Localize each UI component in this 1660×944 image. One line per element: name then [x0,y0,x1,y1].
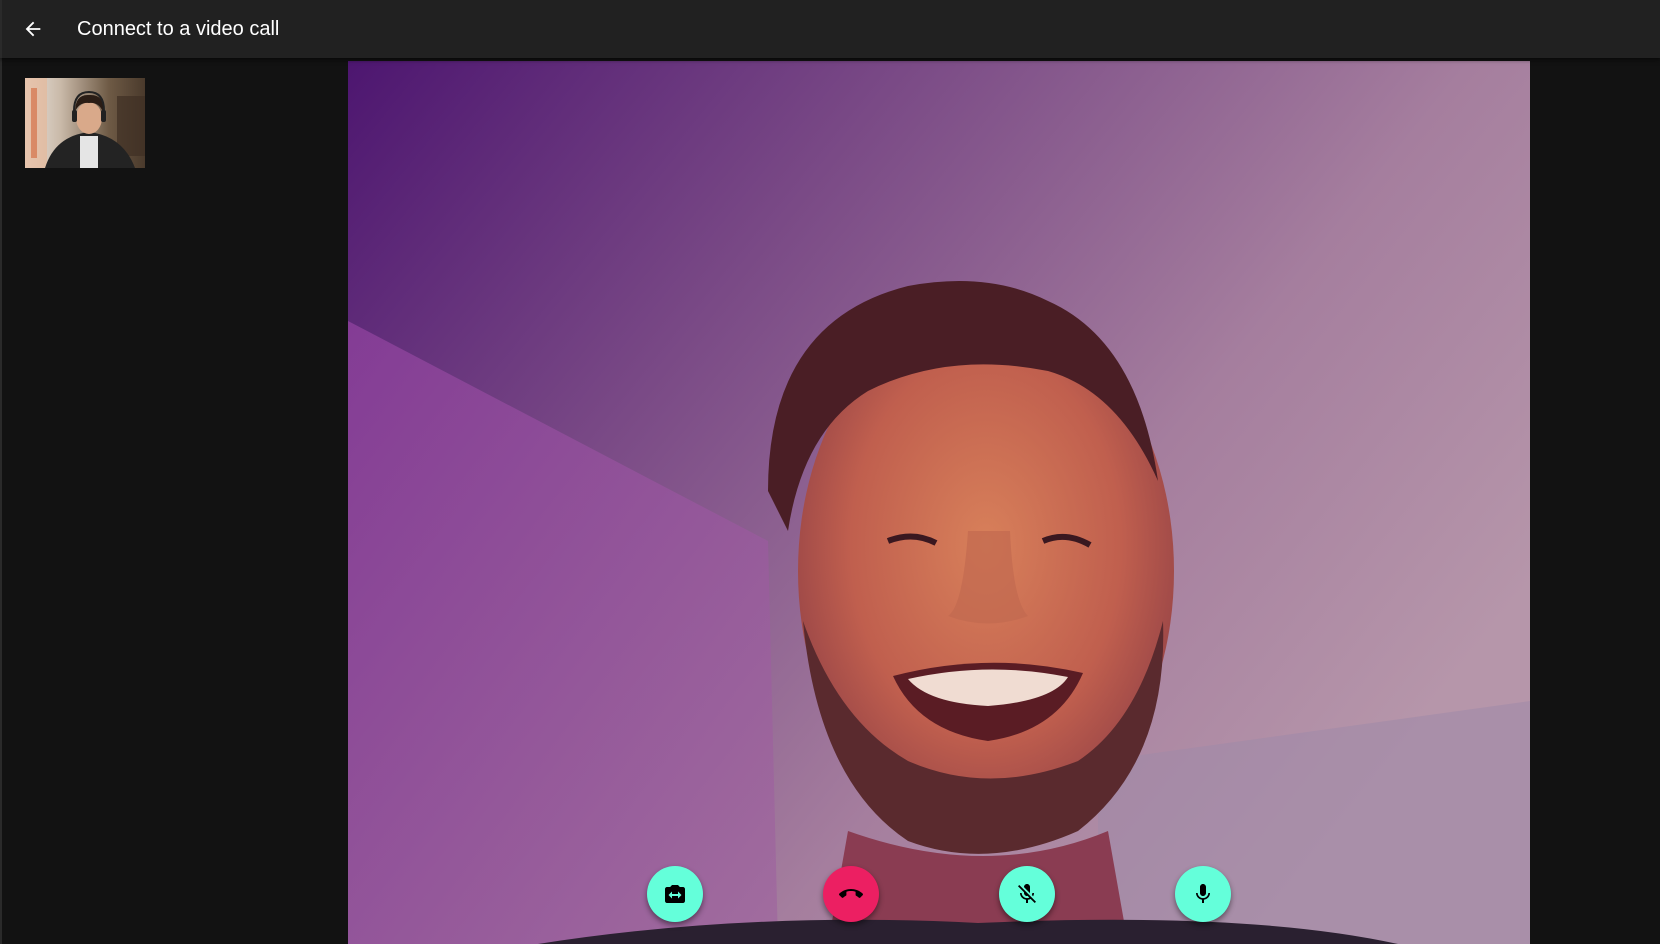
switch-camera-icon [665,885,685,903]
app-bar: Connect to a video call [0,0,1660,58]
mic-off-icon [1018,884,1036,903]
switch-camera-button[interactable] [647,866,703,922]
call-end-icon [839,889,863,898]
local-video-preview [25,78,145,168]
mute-remote-button[interactable] [999,866,1055,922]
call-area [0,58,1660,944]
remote-video [348,61,1530,944]
arrow-back-icon [25,21,41,37]
back-button[interactable] [9,5,57,53]
hang-up-button[interactable] [823,866,879,922]
call-controls [348,866,1530,922]
page-title: Connect to a video call [77,17,280,40]
microphone-button[interactable] [1175,866,1231,922]
mic-icon [1196,884,1210,903]
